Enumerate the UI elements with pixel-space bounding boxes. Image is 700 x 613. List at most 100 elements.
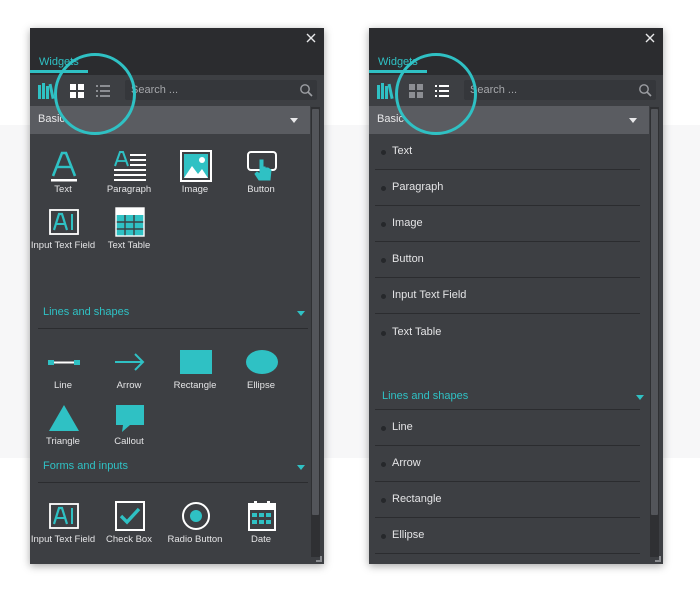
caret-down-icon: [297, 465, 305, 470]
close-icon[interactable]: [643, 31, 657, 45]
widget-label: Text Table: [107, 240, 151, 251]
search-icon[interactable]: [638, 83, 652, 97]
widget-rectangle[interactable]: Rectangle: [162, 342, 228, 402]
callout-icon: [116, 405, 144, 432]
list-divider: [375, 553, 640, 554]
button-icon: [247, 151, 277, 181]
search-input[interactable]: [131, 82, 291, 98]
widget-ellipse[interactable]: Ellipse: [228, 342, 294, 402]
widget-check-box[interactable]: Check Box: [96, 496, 162, 556]
resize-grip-icon[interactable]: [655, 556, 661, 562]
list-item-paragraph[interactable]: Paragraph: [375, 170, 640, 206]
list-item-label: Text: [392, 145, 413, 157]
library-icon[interactable]: [377, 83, 395, 99]
grid-view-icon[interactable]: [409, 84, 423, 98]
bullet-icon: [381, 462, 386, 467]
list-item-text[interactable]: Text: [375, 134, 640, 170]
list-item-input-text-field[interactable]: Input Text Field: [375, 278, 640, 314]
list-divider: [375, 313, 640, 314]
resize-grip-icon[interactable]: [316, 556, 322, 562]
widget-callout[interactable]: Callout: [96, 398, 162, 458]
bullet-icon: [381, 331, 386, 336]
widget-label: Input Text Field: [30, 240, 96, 251]
widget-label: Image: [181, 184, 209, 195]
widget-button[interactable]: Button: [228, 146, 294, 206]
widget-label: Rectangle: [173, 380, 217, 391]
list-item-label: Arrow: [392, 457, 421, 469]
section-label: Basic: [38, 113, 65, 125]
search-input[interactable]: [470, 82, 630, 98]
widget-label: Triangle: [46, 436, 80, 447]
library-icon[interactable]: [38, 83, 56, 99]
text-table-icon: [115, 207, 145, 237]
section-header-lines-and-shapes[interactable]: Lines and shapes: [30, 300, 310, 326]
list-item-arrow[interactable]: Arrow: [375, 446, 640, 482]
close-icon[interactable]: [304, 31, 318, 45]
vertical-scrollbar[interactable]: [650, 107, 659, 557]
list-item-button[interactable]: Button: [375, 242, 640, 278]
widget-text-table[interactable]: Text Table: [96, 202, 162, 262]
vertical-scrollbar[interactable]: [311, 107, 320, 557]
list-item-image[interactable]: Image: [375, 206, 640, 242]
widget-label: Button: [247, 184, 275, 195]
section-header-forms-and-inputs[interactable]: Forms and inputs: [30, 454, 310, 480]
paragraph-icon: [114, 151, 146, 181]
widget-label: Line: [54, 380, 72, 391]
widget-triangle[interactable]: Triangle: [30, 398, 96, 458]
widget-arrow[interactable]: Arrow: [96, 342, 162, 402]
widget-label: Paragraph: [106, 184, 152, 195]
image-icon: [180, 150, 212, 182]
caret-down-icon: [629, 118, 637, 123]
search-icon[interactable]: [299, 83, 313, 97]
list-item-label: Rectangle: [392, 493, 442, 505]
widget-line[interactable]: Line: [30, 342, 96, 402]
radio-button-icon: [182, 502, 210, 530]
section-divider: [38, 482, 308, 483]
search-box: [464, 80, 656, 100]
list-item-text-table[interactable]: Text Table: [375, 315, 640, 353]
widget-label: Ellipse: [247, 380, 275, 391]
list-item-label: Ellipse: [392, 529, 425, 541]
section-divider: [38, 328, 308, 329]
widget-radio-button[interactable]: Radio Button: [162, 496, 228, 556]
widget-text[interactable]: Text: [30, 146, 96, 206]
rectangle-icon: [180, 350, 212, 374]
list-item-label: Button: [392, 253, 424, 265]
widget-image[interactable]: Image: [162, 146, 228, 206]
widget-label: Text: [54, 184, 72, 195]
bullet-icon: [381, 222, 386, 227]
tab-widgets[interactable]: Widgets: [39, 56, 79, 68]
list-view-icon[interactable]: [96, 84, 110, 98]
list-item-line[interactable]: Line: [375, 410, 640, 446]
text-icon: [51, 151, 77, 182]
widget-date[interactable]: Date: [228, 496, 294, 556]
list-item-label: Text Table: [392, 326, 442, 338]
widget-grid-content: Basic Text Paragraph Image Button Input …: [30, 106, 310, 564]
list-item-ellipse[interactable]: Ellipse: [375, 518, 640, 554]
section-header-lines-and-shapes[interactable]: Lines and shapes: [369, 384, 649, 410]
widget-list-content: Basic Text Paragraph Image Button Input …: [369, 106, 649, 564]
list-item-label: Paragraph: [392, 181, 444, 193]
tab-widgets[interactable]: Widgets: [378, 56, 418, 68]
bullet-icon: [381, 498, 386, 503]
scrollbar-thumb[interactable]: [312, 109, 319, 515]
list-view-icon[interactable]: [435, 84, 449, 98]
bullet-icon: [381, 150, 386, 155]
widget-paragraph[interactable]: Paragraph: [96, 146, 162, 206]
triangle-icon: [49, 405, 79, 431]
section-header-basic[interactable]: Basic: [369, 106, 649, 134]
scrollbar-thumb[interactable]: [651, 109, 658, 515]
widget-label: Date: [250, 534, 272, 545]
list-item-label: Input Text Field: [392, 289, 467, 301]
widget-label: Arrow: [116, 380, 142, 391]
widget-label: Input Text Field: [30, 534, 96, 545]
section-header-basic[interactable]: Basic: [30, 106, 310, 134]
section-label: Forms and inputs: [43, 460, 128, 472]
check-box-icon: [115, 501, 145, 531]
list-item-label: Image: [392, 217, 423, 229]
widget-input-text-field[interactable]: Input Text Field: [30, 496, 96, 556]
bullet-icon: [381, 426, 386, 431]
grid-view-icon[interactable]: [70, 84, 84, 98]
list-item-rectangle[interactable]: Rectangle: [375, 482, 640, 518]
widget-input-text-field[interactable]: Input Text Field: [30, 202, 96, 262]
